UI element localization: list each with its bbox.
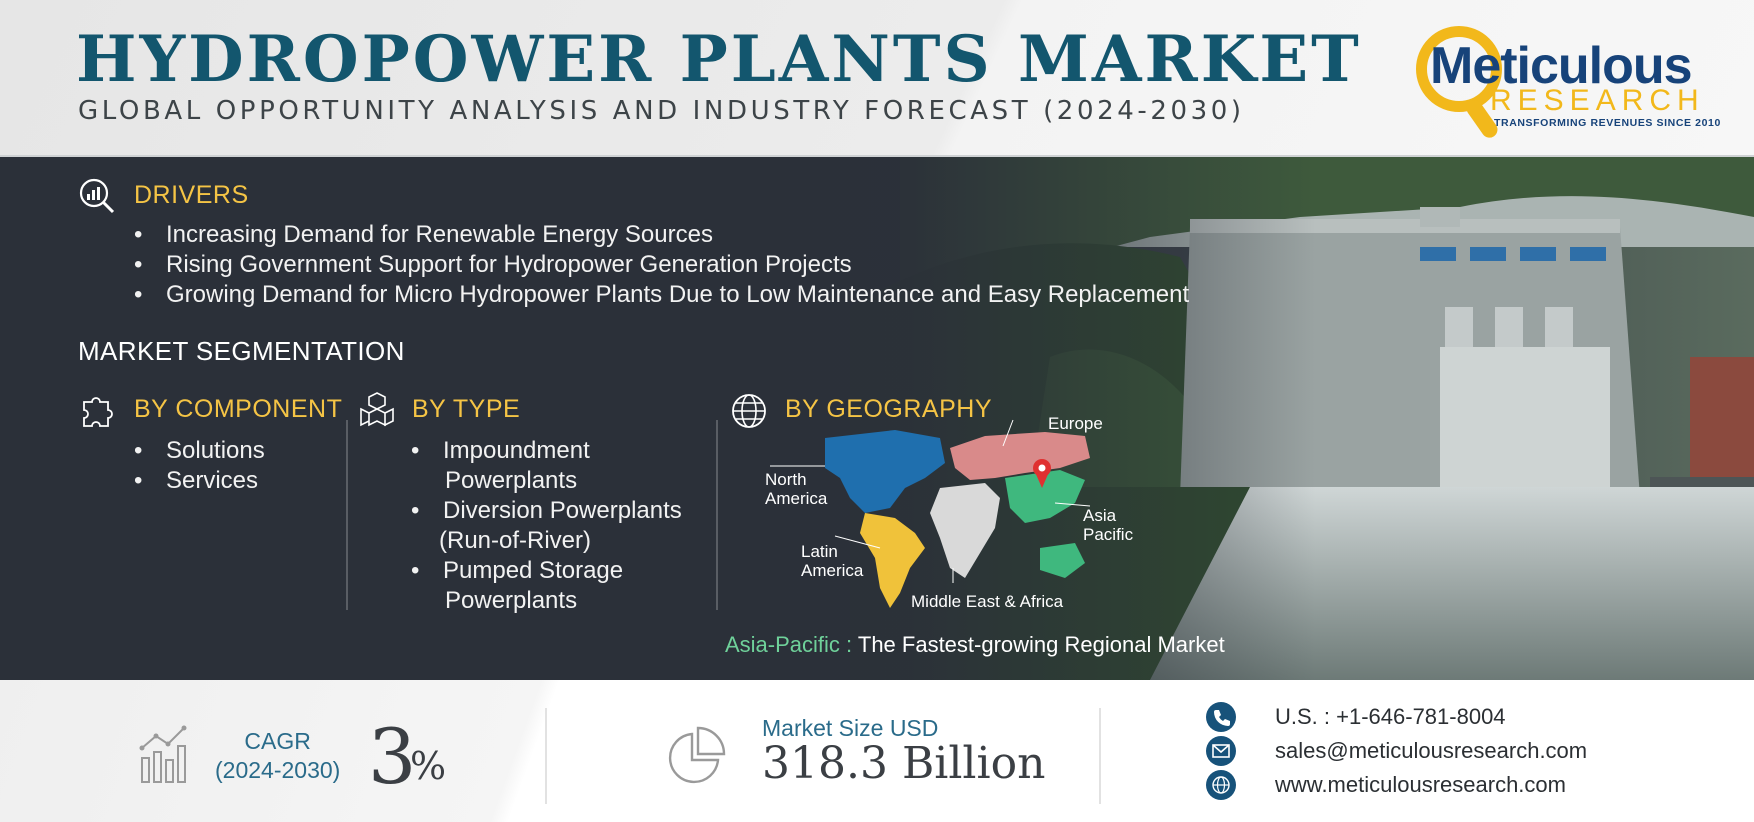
- segment-divider: [346, 420, 348, 610]
- map-label-mea: Middle East & Africa: [911, 592, 1064, 611]
- map-label-latin-america: Latin America: [801, 542, 863, 580]
- footer-divider: [1099, 708, 1101, 804]
- page-title: HYDROPOWER PLANTS MARKET: [76, 22, 1362, 97]
- website-globe-icon: [1206, 770, 1236, 800]
- type-item-line1: Diversion Powerplants: [443, 497, 682, 524]
- drivers-list: Increasing Demand for Renewable Energy S…: [134, 220, 1189, 310]
- map-label-line: America: [765, 489, 828, 508]
- logo-research-text: RESEARCH: [1490, 84, 1705, 117]
- header: HYDROPOWER PLANTS MARKET GLOBAL OPPORTUN…: [0, 0, 1754, 157]
- contact-phone[interactable]: U.S. : +1-646-781-8004: [1275, 704, 1506, 730]
- pie-chart-icon: [668, 726, 726, 784]
- puzzle-icon: [83, 397, 113, 427]
- fastest-region-text: The Fastest-growing Regional Market: [857, 632, 1225, 657]
- list-item: Growing Demand for Micro Hydropower Plan…: [134, 280, 1189, 310]
- map-label-north-america: North America: [765, 470, 827, 508]
- type-item-line2: Powerplants: [445, 587, 578, 614]
- cagr-value: 3: [368, 712, 416, 801]
- list-item: Diversion Powerplants (Run-of-River): [411, 496, 682, 556]
- fastest-region-highlight: Asia-Pacific :: [725, 632, 853, 657]
- type-item-line1: Impoundment: [443, 437, 590, 464]
- list-item: Services: [134, 466, 265, 496]
- region-north-america: [825, 430, 945, 513]
- region-europe: [950, 432, 1090, 480]
- region-mea: [930, 483, 1000, 578]
- map-label-line: Pacific: [1083, 525, 1134, 544]
- cubes-icon: [360, 392, 394, 427]
- market-size-value: 318.3 Billion: [762, 738, 1046, 789]
- type-item-line2: (Run-of-River): [439, 527, 592, 554]
- region-oceania: [1040, 543, 1085, 578]
- drivers-heading: DRIVERS: [134, 181, 249, 209]
- world-map: Europe North America Asia Pacific Latin …: [755, 414, 1155, 618]
- contact-website[interactable]: www.meticulousresearch.com: [1275, 772, 1566, 798]
- cagr-unit: %: [410, 744, 447, 788]
- map-label-asia-pacific: Asia Pacific: [1083, 506, 1133, 544]
- cagr-label: CAGR (2024-2030): [215, 727, 340, 785]
- map-label-line: North: [765, 470, 807, 489]
- footer-divider: [545, 708, 547, 804]
- list-item: Impoundment Powerplants: [411, 436, 682, 496]
- market-segmentation-heading: MARKET SEGMENTATION: [78, 336, 405, 366]
- fastest-growing-region: Asia-Pacific : The Fastest-growing Regio…: [725, 632, 1225, 658]
- cagr-label-line2: (2024-2030): [215, 757, 341, 783]
- map-label-line: Latin: [801, 542, 838, 561]
- segment-divider: [716, 420, 718, 610]
- magnifier-chart-icon: [79, 178, 115, 214]
- phone-icon: [1206, 702, 1236, 732]
- by-type-heading: BY TYPE: [412, 395, 521, 423]
- email-icon: [1206, 736, 1236, 766]
- map-label-europe: Europe: [1048, 414, 1103, 433]
- list-item: Increasing Demand for Renewable Energy S…: [134, 220, 1189, 250]
- growth-chart-icon: [139, 725, 187, 783]
- type-list: Impoundment Powerplants Diversion Powerpl…: [411, 436, 682, 616]
- page-subtitle: GLOBAL OPPORTUNITY ANALYSIS AND INDUSTRY…: [78, 96, 1245, 126]
- map-label-line: Asia: [1083, 506, 1117, 525]
- meticulous-research-logo[interactable]: Meticulous RESEARCH TRANSFORMING REVENUE…: [1412, 20, 1720, 141]
- type-item-line2: Powerplants: [445, 467, 578, 494]
- list-item: Rising Government Support for Hydropower…: [134, 250, 1189, 280]
- component-list: Solutions Services: [134, 436, 265, 496]
- list-item: Solutions: [134, 436, 265, 466]
- logo-tagline: TRANSFORMING REVENUES SINCE 2010: [1494, 117, 1721, 129]
- type-item-line1: Pumped Storage: [443, 557, 624, 584]
- map-label-line: America: [801, 561, 864, 580]
- list-item: Pumped Storage Powerplants: [411, 556, 682, 616]
- cagr-label-line1: CAGR: [244, 728, 311, 754]
- contact-email[interactable]: sales@meticulousresearch.com: [1275, 738, 1587, 764]
- by-component-heading: BY COMPONENT: [134, 395, 343, 423]
